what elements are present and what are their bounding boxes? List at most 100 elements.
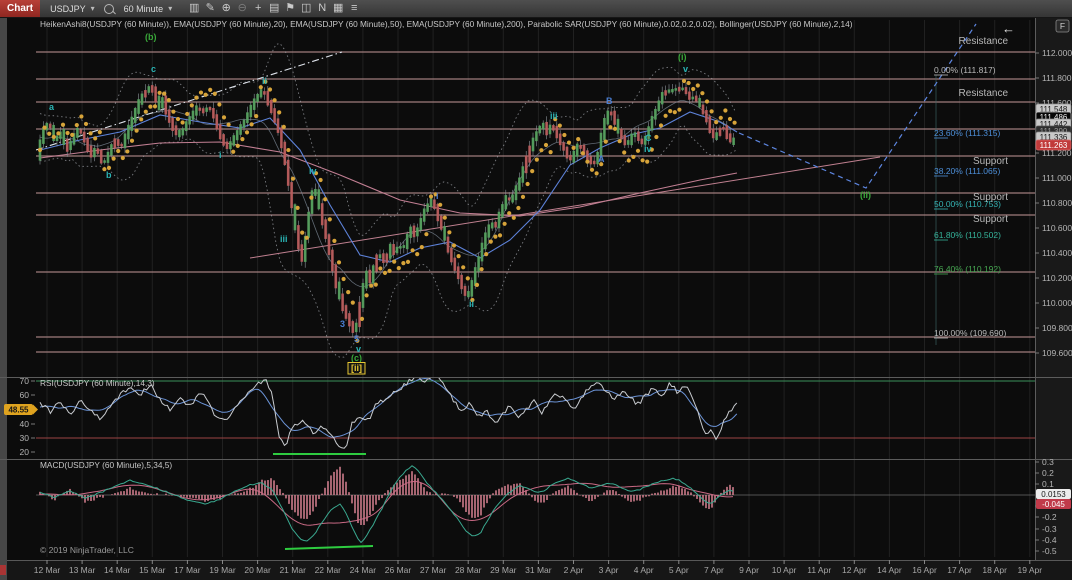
svg-text:17 Mar: 17 Mar bbox=[174, 565, 201, 575]
price-axis-ticks: 112.000111.800111.600111.400111.200111.0… bbox=[1035, 48, 1072, 358]
macd-histogram bbox=[39, 467, 734, 525]
svg-text:9 Apr: 9 Apr bbox=[739, 565, 759, 575]
svg-text:16 Apr: 16 Apr bbox=[912, 565, 937, 575]
svg-text:-0.4: -0.4 bbox=[1042, 535, 1057, 545]
svg-text:109.800: 109.800 bbox=[1042, 323, 1072, 333]
svg-text:0.0153: 0.0153 bbox=[1041, 490, 1066, 499]
svg-text:4 Apr: 4 Apr bbox=[634, 565, 654, 575]
indicator-label: HeikenAshi8(USDJPY (60 Minute)), EMA(USD… bbox=[40, 19, 853, 29]
back-arrow-icon[interactable]: ← bbox=[1002, 21, 1015, 36]
svg-text:12 Mar: 12 Mar bbox=[34, 565, 61, 575]
svg-text:Support: Support bbox=[973, 192, 1008, 203]
rsi-axis: 7060403020 bbox=[20, 376, 35, 457]
list-icon[interactable]: ≡ bbox=[346, 0, 362, 17]
svg-text:19 Mar: 19 Mar bbox=[209, 565, 236, 575]
svg-text:2 Apr: 2 Apr bbox=[564, 565, 584, 575]
macd-divergence-line[interactable] bbox=[285, 546, 373, 549]
price-panel bbox=[36, 43, 880, 357]
macd-label: MACD(USDJPY (60 Minute),5,34,5) bbox=[40, 460, 172, 470]
svg-text:14 Apr: 14 Apr bbox=[877, 565, 902, 575]
crosshair-icon[interactable]: + bbox=[250, 0, 266, 17]
svg-text:(b): (b) bbox=[145, 32, 157, 42]
svg-text:c: c bbox=[151, 64, 156, 74]
svg-text:3 Apr: 3 Apr bbox=[599, 565, 619, 575]
svg-text:0.00% (111.817): 0.00% (111.817) bbox=[934, 65, 996, 75]
svg-text:0.2: 0.2 bbox=[1042, 468, 1054, 478]
svg-text:i: i bbox=[219, 150, 222, 160]
toolbar-icons: ▥✎⊕⊖+▤⚑◫N▦≡ bbox=[186, 0, 362, 17]
pencil-icon[interactable]: ✎ bbox=[202, 0, 218, 17]
svg-text:ii: ii bbox=[262, 76, 267, 86]
svg-text:30: 30 bbox=[20, 433, 30, 443]
toolbar: Chart USDJPY ▾ 60 Minute ▾ ▥✎⊕⊖+▤⚑◫N▦≡ bbox=[0, 0, 1072, 18]
snapshot-icon[interactable]: ▦ bbox=[330, 0, 346, 17]
svg-text:(ii): (ii) bbox=[860, 190, 871, 200]
svg-text:111.000: 111.000 bbox=[1042, 173, 1072, 183]
chart-svg[interactable]: abc(b)iiiiiiiv35v(c)[ii]iiiiiiABCivv(i)(… bbox=[0, 0, 1072, 580]
svg-text:110.600: 110.600 bbox=[1042, 223, 1072, 233]
svg-text:70: 70 bbox=[20, 376, 30, 386]
svg-text:111.263: 111.263 bbox=[1040, 141, 1068, 150]
svg-text:0.1: 0.1 bbox=[1042, 479, 1054, 489]
svg-text:7 Apr: 7 Apr bbox=[704, 565, 724, 575]
svg-text:3: 3 bbox=[340, 319, 345, 329]
svg-text:110.200: 110.200 bbox=[1042, 273, 1072, 283]
search-icon[interactable] bbox=[104, 4, 114, 14]
parabolic-sar-dots bbox=[38, 79, 737, 343]
svg-text:Support: Support bbox=[973, 214, 1008, 225]
chevron-down-icon: ▾ bbox=[91, 4, 95, 13]
svg-text:20 Mar: 20 Mar bbox=[244, 565, 271, 575]
zoom-out-icon[interactable]: ⊖ bbox=[234, 0, 250, 17]
new-document-icon[interactable]: ▤ bbox=[266, 0, 282, 17]
rsi-label: RSI(USDJPY (60 Minute),14,3) bbox=[40, 378, 155, 388]
svg-text:a: a bbox=[49, 102, 55, 112]
svg-text:48.55: 48.55 bbox=[8, 406, 29, 415]
svg-text:110.400: 110.400 bbox=[1042, 248, 1072, 258]
svg-text:Resistance: Resistance bbox=[959, 88, 1009, 99]
interval-selector[interactable]: 60 Minute ▾ bbox=[124, 4, 173, 14]
svg-text:60: 60 bbox=[20, 390, 30, 400]
pattern-tool-icon[interactable]: N bbox=[314, 0, 330, 17]
svg-text:100.00% (109.690): 100.00% (109.690) bbox=[934, 328, 1006, 338]
svg-text:(c): (c) bbox=[351, 353, 362, 363]
svg-text:(i): (i) bbox=[678, 52, 687, 62]
svg-text:[ii]: [ii] bbox=[351, 363, 362, 373]
svg-text:F: F bbox=[1060, 21, 1065, 31]
indicator-window-icon[interactable]: ◫ bbox=[298, 0, 314, 17]
svg-text:iii: iii bbox=[550, 111, 558, 121]
svg-text:111.800: 111.800 bbox=[1042, 73, 1072, 83]
support-resistance-lines bbox=[36, 52, 1035, 352]
svg-text:76.40% (110.192): 76.40% (110.192) bbox=[934, 264, 1001, 274]
svg-text:v: v bbox=[683, 64, 688, 74]
elliott-projection-line[interactable] bbox=[739, 24, 976, 188]
zoom-in-icon[interactable]: ⊕ bbox=[218, 0, 234, 17]
svg-text:11 Apr: 11 Apr bbox=[807, 565, 831, 575]
tab-chart[interactable]: Chart bbox=[0, 0, 40, 17]
svg-text:109.600: 109.600 bbox=[1042, 348, 1072, 358]
svg-text:12 Apr: 12 Apr bbox=[842, 565, 867, 575]
svg-text:A: A bbox=[598, 154, 605, 164]
interval-value: 60 Minute bbox=[124, 4, 164, 14]
rsi-value-badge: 48.55 bbox=[4, 404, 38, 415]
wave-labels: abc(b)iiiiiiiv35v(c)[ii]iiiiiiABCivv(i)(… bbox=[49, 32, 871, 374]
svg-text:-0.3: -0.3 bbox=[1042, 524, 1057, 534]
svg-text:i: i bbox=[436, 191, 439, 201]
svg-text:21 Mar: 21 Mar bbox=[279, 565, 306, 575]
svg-text:20: 20 bbox=[20, 447, 30, 457]
svg-text:17 Apr: 17 Apr bbox=[947, 565, 972, 575]
svg-text:iv: iv bbox=[309, 166, 317, 176]
svg-text:-0.5: -0.5 bbox=[1042, 546, 1057, 556]
macd-plot bbox=[39, 466, 734, 549]
svg-text:61.80% (110.502): 61.80% (110.502) bbox=[934, 230, 1001, 240]
flag-icon[interactable]: ⚑ bbox=[282, 0, 298, 17]
chart-style-icon[interactable]: ▥ bbox=[186, 0, 202, 17]
svg-text:23.60% (111.315): 23.60% (111.315) bbox=[934, 128, 1000, 138]
svg-text:Resistance: Resistance bbox=[959, 36, 1009, 47]
ninjatrader-chart-window: Chart USDJPY ▾ 60 Minute ▾ ▥✎⊕⊖+▤⚑◫N▦≡ a… bbox=[0, 0, 1072, 580]
svg-text:iii: iii bbox=[280, 234, 288, 244]
candle-wicks bbox=[40, 81, 734, 337]
svg-text:110.800: 110.800 bbox=[1042, 198, 1072, 208]
svg-text:5 Apr: 5 Apr bbox=[669, 565, 689, 575]
f-button[interactable]: F bbox=[1056, 20, 1069, 32]
instrument-selector[interactable]: USDJPY ▾ bbox=[50, 4, 95, 14]
